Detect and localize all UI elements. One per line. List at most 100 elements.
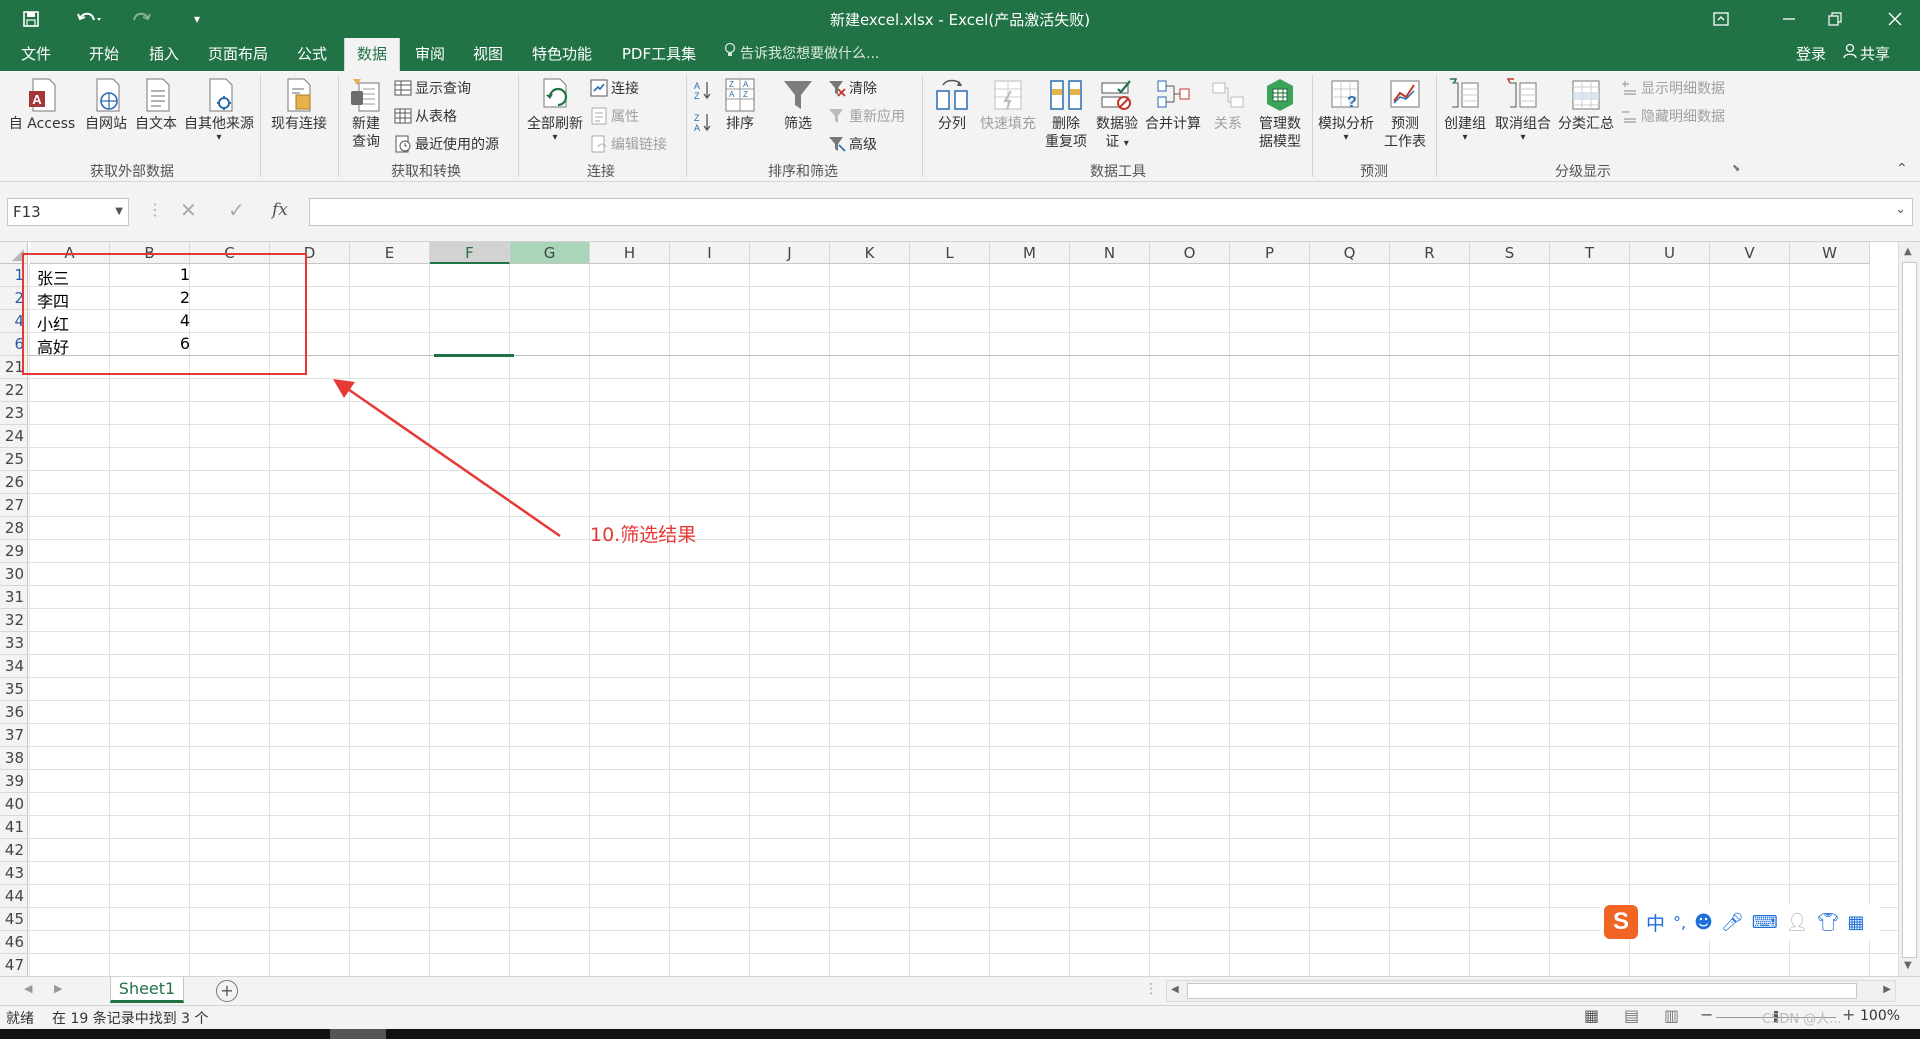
consolidate-button[interactable]: 合并计算 (1142, 77, 1204, 133)
row-header-29[interactable]: 29 (0, 540, 28, 563)
clear-filter-button[interactable]: 清除 (828, 77, 877, 99)
recent-sources-button[interactable]: 最近使用的源 (394, 133, 499, 155)
edit-links-button[interactable]: 编辑链接 (590, 133, 667, 155)
row-header-27[interactable]: 27 (0, 494, 28, 517)
tab-pdf-tools[interactable]: PDF工具集 (614, 38, 704, 71)
scroll-down-icon[interactable]: ▼ (1904, 960, 1912, 971)
row-header-38[interactable]: 38 (0, 747, 28, 770)
column-header-g[interactable]: G (510, 242, 590, 264)
row-header-37[interactable]: 37 (0, 724, 28, 747)
prev-sheet-icon[interactable]: ◀ (24, 982, 32, 995)
column-header-u[interactable]: U (1630, 242, 1710, 264)
new-query-button[interactable]: 新建 查询 (340, 77, 392, 151)
row-header-30[interactable]: 30 (0, 563, 28, 586)
text-to-columns-button[interactable]: 分列 (926, 77, 978, 133)
ungroup-button[interactable]: 取消组合 ▾ (1492, 77, 1554, 143)
insert-function-icon[interactable]: fx (272, 200, 288, 220)
tab-formulas[interactable]: 公式 (284, 38, 340, 71)
row-header-41[interactable]: 41 (0, 816, 28, 839)
from-text-button[interactable]: 自文本 (128, 77, 184, 133)
taskbar-active-item[interactable] (330, 1029, 386, 1039)
tab-data[interactable]: 数据 (344, 38, 400, 71)
advanced-filter-button[interactable]: 高级 (828, 133, 877, 155)
hide-detail-button[interactable]: 隐藏明细数据 (1620, 105, 1725, 127)
vertical-scroll-thumb[interactable] (1902, 262, 1917, 958)
existing-connections-button[interactable]: 现有连接 (264, 77, 334, 133)
column-header-v[interactable]: V (1710, 242, 1790, 264)
tab-page-layout[interactable]: 页面布局 (198, 38, 278, 71)
skin-icon[interactable]: 👕︎ (1817, 912, 1840, 933)
column-header-i[interactable]: I (670, 242, 750, 264)
relationships-button[interactable]: 关系 (1206, 77, 1250, 133)
column-header-h[interactable]: H (590, 242, 670, 264)
tab-split-handle[interactable]: ⋮ (1144, 981, 1158, 997)
share-button[interactable]: 共享 (1842, 38, 1890, 71)
row-header-39[interactable]: 39 (0, 770, 28, 793)
flash-fill-button[interactable]: 快速填充 (976, 77, 1040, 133)
column-header-l[interactable]: L (910, 242, 990, 264)
from-access-button[interactable]: A 自 Access (4, 77, 80, 133)
what-if-analysis-button[interactable]: ? 模拟分析 ▾ (1314, 77, 1378, 143)
row-header-43[interactable]: 43 (0, 862, 28, 885)
row-header-22[interactable]: 22 (0, 379, 28, 402)
row-header-40[interactable]: 40 (0, 793, 28, 816)
cancel-icon[interactable]: ✕ (180, 198, 197, 222)
scroll-left-icon[interactable]: ◀ (1171, 984, 1179, 995)
data-validation-button[interactable]: 数据验 证 ▾ (1092, 77, 1142, 153)
tab-home[interactable]: 开始 (76, 38, 132, 71)
row-header-28[interactable]: 28 (0, 517, 28, 540)
row-header-23[interactable]: 23 (0, 402, 28, 425)
enter-icon[interactable]: ✓ (228, 198, 245, 222)
filter-button[interactable]: 筛选 (776, 77, 820, 133)
close-icon[interactable] (1872, 0, 1918, 38)
column-header-m[interactable]: M (990, 242, 1070, 264)
vertical-scrollbar[interactable]: ▲ ▼ (1898, 242, 1920, 976)
show-detail-button[interactable]: 显示明细数据 (1620, 77, 1725, 99)
reapply-button[interactable]: 重新应用 (828, 105, 905, 127)
column-header-s[interactable]: S (1470, 242, 1550, 264)
tell-me-search[interactable]: 告诉我您想要做什么... (724, 38, 879, 71)
minimize-icon[interactable] (1766, 0, 1812, 38)
tab-file[interactable]: 文件 (8, 38, 64, 71)
column-header-o[interactable]: O (1150, 242, 1230, 264)
properties-button[interactable]: 属性 (590, 105, 639, 127)
column-header-j[interactable]: J (750, 242, 830, 264)
column-header-w[interactable]: W (1790, 242, 1870, 264)
from-other-sources-button[interactable]: 自其他来源 ▾ (180, 77, 258, 143)
restore-icon[interactable] (1812, 0, 1858, 38)
remove-duplicates-button[interactable]: 删除 重复项 (1040, 77, 1092, 151)
login-link[interactable]: 登录 (1796, 38, 1826, 71)
worksheet-grid[interactable]: ABCDEFGHIJKLMNOPQRSTUVW 1 2 4 6 21 22 23 24 25 26… (0, 242, 1920, 976)
scroll-right-icon[interactable]: ▶ (1883, 984, 1891, 995)
tab-view[interactable]: 视图 (462, 38, 514, 71)
column-header-q[interactable]: Q (1310, 242, 1390, 264)
row-header-36[interactable]: 36 (0, 701, 28, 724)
column-header-n[interactable]: N (1070, 242, 1150, 264)
add-sheet-icon[interactable]: + (216, 980, 238, 1002)
user-icon[interactable]: 👤︎ (1786, 912, 1809, 933)
page-layout-view-icon[interactable]: ▤ (1624, 1006, 1639, 1025)
ime-punctuation[interactable]: °, (1673, 913, 1686, 932)
forecast-sheet-button[interactable]: 预测 工作表 (1378, 77, 1432, 151)
next-sheet-icon[interactable]: ▶ (54, 982, 62, 995)
keyboard-icon[interactable]: ⌨ (1752, 912, 1778, 933)
tab-special[interactable]: 特色功能 (522, 38, 602, 71)
refresh-all-button[interactable]: 全部刷新 ▾ (522, 77, 588, 143)
row-header-46[interactable]: 46 (0, 931, 28, 954)
sort-descending-button[interactable]: ZA (692, 111, 714, 133)
row-header-25[interactable]: 25 (0, 448, 28, 471)
column-header-p[interactable]: P (1230, 242, 1310, 264)
row-header-33[interactable]: 33 (0, 632, 28, 655)
row-header-35[interactable]: 35 (0, 678, 28, 701)
page-break-view-icon[interactable]: ▥ (1664, 1006, 1679, 1025)
toolbox-icon[interactable]: ▦ (1847, 912, 1864, 933)
from-table-button[interactable]: 从表格 (394, 105, 457, 127)
from-web-button[interactable]: 自网站 (78, 77, 134, 133)
row-header-42[interactable]: 42 (0, 839, 28, 862)
row-header-32[interactable]: 32 (0, 609, 28, 632)
name-box[interactable]: F13 ▼ (7, 198, 129, 226)
row-header-31[interactable]: 31 (0, 586, 28, 609)
horizontal-scrollbar[interactable]: ◀ ▶ (1166, 980, 1896, 1002)
connections-button[interactable]: 连接 (590, 77, 639, 99)
ime-chinese-mode[interactable]: 中 (1646, 909, 1665, 936)
